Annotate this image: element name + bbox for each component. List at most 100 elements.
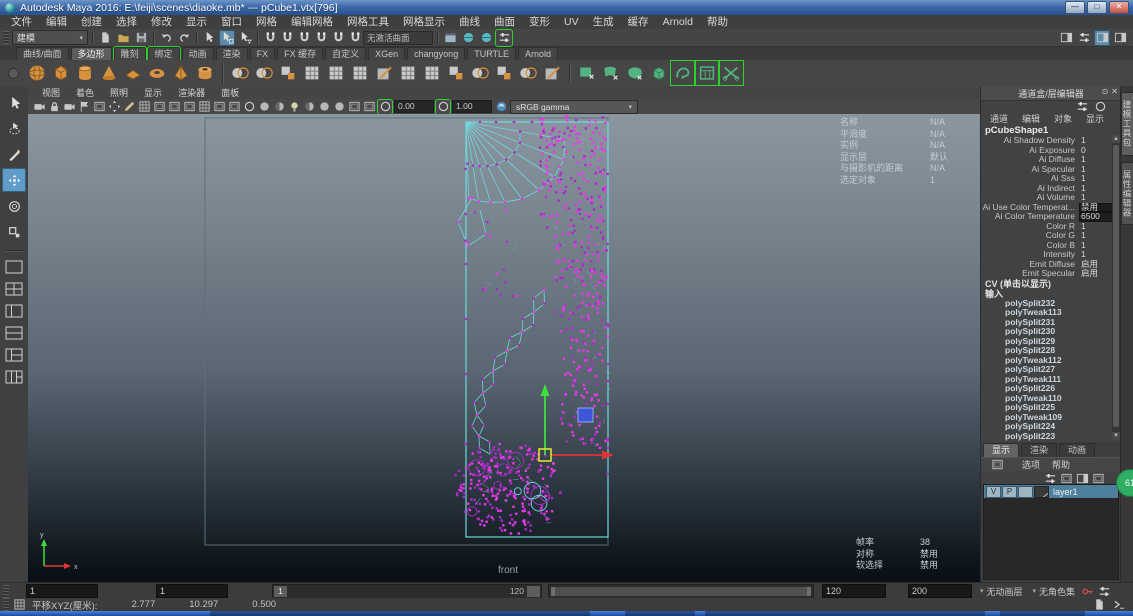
resolution-gate-icon[interactable]	[167, 100, 181, 114]
open-scene-icon[interactable]	[115, 30, 131, 46]
motion-blur-icon[interactable]	[332, 100, 346, 114]
sidebar-vertical-tab[interactable]: 建模工具包	[1121, 92, 1133, 156]
menu-item[interactable]: 文件	[4, 15, 39, 29]
layer-editor-menu-item[interactable]: 选项	[1016, 458, 1046, 471]
menu-item[interactable]: 编辑网格	[284, 15, 340, 29]
shelf-tab[interactable]: 曲线/曲面	[16, 47, 69, 60]
view-transform-dropdown[interactable]: sRGB gamma ▾	[510, 99, 638, 114]
scroll-up-icon[interactable]: ▲	[1112, 135, 1120, 143]
ambient-occlusion-icon[interactable]	[317, 100, 331, 114]
tool-settings-icon[interactable]	[1076, 30, 1092, 46]
range-slider[interactable]	[548, 583, 814, 599]
node-name[interactable]: pCubeShape1	[981, 125, 1121, 136]
sculpt-blob-icon[interactable]	[623, 61, 647, 85]
bookmarks-icon[interactable]	[77, 100, 91, 114]
image-plane-icon[interactable]	[92, 100, 106, 114]
grease-pencil-icon[interactable]	[122, 100, 136, 114]
reduce-icon[interactable]	[540, 61, 564, 85]
maximize-button[interactable]: □	[1087, 1, 1107, 14]
animation-start-field[interactable]: 1	[26, 584, 98, 598]
shelf-tab[interactable]: Arnold	[518, 47, 559, 60]
snap-to-point-icon[interactable]	[296, 30, 312, 46]
channel-attribute-row[interactable]: Intensity 1	[981, 249, 1121, 260]
sidebar-vertical-tab[interactable]: 属性编辑器	[1121, 161, 1133, 225]
textured-mode-icon[interactable]	[272, 100, 286, 114]
cv-section-label[interactable]: CV (单击以显示)	[981, 279, 1121, 289]
rotate-tool[interactable]	[2, 194, 26, 218]
render-settings-icon[interactable]	[495, 28, 513, 47]
poly-pyramid-icon[interactable]	[169, 61, 193, 85]
smooth-icon[interactable]	[300, 61, 324, 85]
channel-box-menu-item[interactable]: 通道	[983, 112, 1015, 125]
redo-icon[interactable]	[176, 30, 192, 46]
menu-item[interactable]: Arnold	[656, 15, 700, 29]
menu-item[interactable]: 曲面	[487, 15, 522, 29]
viewport-canvas[interactable]: xy 名称 N/A 平滑度 N/A 实例 N/A 显示层 默认 与摄影机的距离 …	[28, 114, 980, 582]
layer-editor-tab[interactable]: 渲染	[1021, 443, 1058, 457]
shelf-tab[interactable]: TURTLE	[467, 47, 517, 60]
channel-box-icon[interactable]	[1094, 29, 1110, 46]
layout-split-lr[interactable]	[2, 301, 26, 321]
menu-item[interactable]: 编辑	[39, 15, 74, 29]
active-surface-field[interactable]: 无激活曲面	[363, 30, 433, 45]
bridge-icon[interactable]	[468, 61, 492, 85]
shaded-mode-icon[interactable]	[257, 100, 271, 114]
menu-item[interactable]: 修改	[144, 15, 179, 29]
shelf-tab[interactable]: 自定义	[325, 47, 367, 60]
panel-menu-item[interactable]: 面板	[213, 86, 247, 99]
layer-editor-tab[interactable]: 显示	[983, 443, 1020, 457]
menu-item[interactable]: 变形	[522, 15, 557, 29]
extrude-icon[interactable]	[492, 61, 516, 85]
undo-icon[interactable]	[158, 30, 174, 46]
shelf-tab[interactable]: FX	[249, 47, 276, 60]
menu-item[interactable]: 窗口	[214, 15, 249, 29]
shelf-tab[interactable]: changyong	[407, 47, 466, 60]
create-layer-from-selected-icon[interactable]	[1075, 471, 1089, 485]
paint-select-tool[interactable]	[2, 142, 26, 166]
panel-menu-item[interactable]: 视图	[34, 86, 68, 99]
playback-end-field[interactable]: 120	[822, 584, 886, 598]
snap-to-curve-icon[interactable]	[279, 30, 295, 46]
channel-attribute-row[interactable]: Ai Sss 1	[981, 173, 1121, 184]
snap-to-view-plane-icon[interactable]	[330, 30, 346, 46]
scrollbar-thumb[interactable]	[1113, 145, 1119, 427]
channel-attribute-row[interactable]: Ai Color Temperature 6500	[981, 211, 1121, 222]
poly-sphere-icon[interactable]	[25, 61, 49, 85]
poly-cylinder-icon[interactable]	[73, 61, 97, 85]
character-set-dropdown[interactable]: ▾ 无角色集	[1033, 585, 1076, 598]
title-bar[interactable]: Autodesk Maya 2016: E:\feiji\scenes\diao…	[0, 0, 1133, 15]
poly-cone-icon[interactable]	[97, 61, 121, 85]
select-tool[interactable]	[2, 90, 26, 114]
snap-to-grid-icon[interactable]	[262, 30, 278, 46]
mirror-geometry-icon[interactable]	[516, 61, 540, 85]
scale-tool[interactable]	[2, 220, 26, 244]
quad-draw-plane-icon[interactable]	[575, 61, 599, 85]
shelf-tab[interactable]: 渲染	[215, 47, 248, 60]
shelf-tab[interactable]: 绑定	[146, 46, 181, 61]
extract-icon[interactable]	[276, 61, 300, 85]
menu-item[interactable]: 帮助	[700, 15, 735, 29]
lock-camera-icon[interactable]	[47, 100, 61, 114]
shelf-tab[interactable]: 雕刻	[112, 46, 147, 61]
save-scene-icon[interactable]	[133, 30, 149, 46]
panel-menu-item[interactable]: 渲染器	[170, 86, 213, 99]
gate-mask-icon[interactable]	[182, 100, 196, 114]
quadrangulate-icon[interactable]	[348, 61, 372, 85]
select-object-icon[interactable]	[219, 29, 235, 46]
wireframe-mode-icon[interactable]	[242, 100, 256, 114]
layout-four-pane[interactable]	[2, 279, 26, 299]
create-empty-layer-icon[interactable]	[1059, 471, 1073, 485]
render-current-frame-icon[interactable]	[460, 30, 476, 46]
layer-playback-toggle[interactable]: P	[1002, 485, 1017, 498]
menu-item[interactable]: UV	[557, 15, 586, 29]
layer-name[interactable]: layer1	[1050, 487, 1078, 497]
shelf-tab[interactable]: 多边形	[70, 47, 112, 60]
menu-set-dropdown[interactable]: 建模 ▾	[12, 30, 88, 45]
gamma-field[interactable]: 1.00	[452, 100, 492, 113]
shelf-tab[interactable]: FX 缓存	[277, 47, 324, 60]
channel-attribute-row[interactable]: Ai Specular 1	[981, 164, 1121, 175]
playback-start-field[interactable]: 1	[156, 584, 228, 598]
taskbar-window-button[interactable]	[1000, 611, 1085, 616]
create-override-layer-icon[interactable]	[1091, 471, 1105, 485]
make-live-icon[interactable]	[347, 30, 363, 46]
